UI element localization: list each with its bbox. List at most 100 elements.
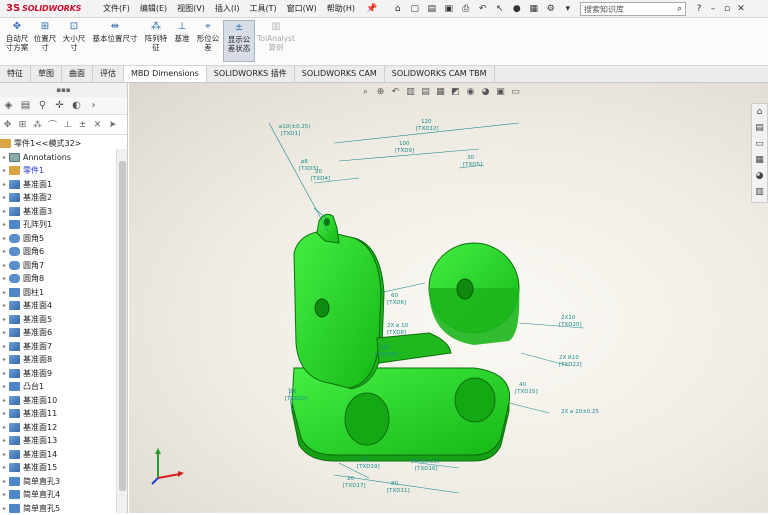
restore-icon[interactable]: ▫	[720, 0, 734, 18]
expand-arrow-icon[interactable]: ▸	[0, 343, 9, 350]
tree-item[interactable]: ▸圆角7	[0, 259, 116, 273]
search-icon[interactable]: ⌕	[677, 4, 682, 14]
dim-text[interactable]: 2X	[289, 389, 296, 395]
dim-text[interactable]: 2X ⌀ 10	[387, 323, 409, 329]
tree-item[interactable]: ▸基准面10	[0, 394, 116, 408]
tree-item[interactable]: ▸零件1	[0, 164, 116, 178]
tree-item[interactable]: ▸基准面5	[0, 313, 116, 327]
tree-item[interactable]: ▸基准面8	[0, 353, 116, 367]
dim-text[interactable]: 2X10	[561, 315, 576, 321]
dim-text[interactable]: [TXD10]	[375, 352, 398, 358]
search-knowledge-base[interactable]: 搜索知识库 ⌕	[580, 2, 686, 16]
expand-arrow-icon[interactable]: ▸	[0, 275, 9, 282]
panel-collapse-handle[interactable]: ▪▪▪	[0, 83, 127, 97]
panel-next-arrow-icon[interactable]: ›	[85, 100, 102, 111]
dim-text[interactable]: 120	[379, 345, 390, 351]
tab-solidworks-cam[interactable]: SOLIDWORKS CAM	[295, 66, 385, 82]
dim-text[interactable]: 100	[399, 141, 410, 147]
dim-text[interactable]: 120	[421, 119, 432, 125]
expand-arrow-icon[interactable]: ▸	[0, 491, 9, 498]
tree-item[interactable]: ▸简单直孔3	[0, 475, 116, 489]
tree-item[interactable]: ▸基准面3	[0, 205, 116, 219]
tab-solidworks-addins[interactable]: SOLIDWORKS 插件	[207, 66, 295, 82]
arrow-small-icon[interactable]: ➤	[105, 120, 120, 130]
dim-text[interactable]: [TXD6]	[387, 300, 406, 306]
dim-text[interactable]: [TXD5]	[463, 162, 482, 168]
dim-text[interactable]: 30	[467, 155, 474, 161]
tree-item[interactable]: ▸基准面2	[0, 191, 116, 205]
dim-text[interactable]: [TXD17]	[343, 483, 366, 489]
feature-manager-tab-icon[interactable]: ◈	[0, 100, 17, 111]
expand-arrow-icon[interactable]: ▸	[0, 329, 9, 336]
expand-arrow-icon[interactable]: ▸	[0, 356, 9, 363]
undo-icon[interactable]: ↶	[474, 4, 491, 14]
dim-text[interactable]: 2X R10	[559, 355, 579, 361]
expand-arrow-icon[interactable]: ▸	[0, 464, 9, 471]
tree-item[interactable]: ▸基准面11	[0, 407, 116, 421]
size-dimension-button[interactable]: ⊡ 大小尺寸	[60, 20, 88, 52]
tree-scrollbar[interactable]	[116, 149, 127, 513]
tree-item[interactable]: ▸基准面12	[0, 421, 116, 435]
show-tolerance-status-button[interactable]: ± 显示公差状态	[223, 20, 255, 62]
menu-window[interactable]: 窗口(W)	[282, 3, 322, 14]
part-body[interactable]	[292, 214, 519, 461]
dim-text[interactable]: [TXD1]	[281, 131, 300, 137]
expand-arrow-icon[interactable]: ▸	[0, 302, 9, 309]
dim-text[interactable]: 11	[361, 457, 368, 463]
datum-button[interactable]: ⊥ 基准	[171, 20, 193, 43]
expand-arrow-icon[interactable]: ▸	[0, 316, 9, 323]
tab-sketch[interactable]: 草图	[31, 66, 62, 82]
new-document-icon[interactable]: ▢	[406, 4, 423, 14]
location-dimension-button[interactable]: ⊞ 位置尺寸	[31, 20, 59, 52]
expand-arrow-icon[interactable]: ▸	[0, 235, 9, 242]
tree-item[interactable]: ▸基准面15	[0, 461, 116, 475]
search-input[interactable]: 搜索知识库	[584, 4, 677, 15]
scrollbar-thumb[interactable]	[119, 161, 126, 491]
menu-tools[interactable]: 工具(T)	[244, 3, 281, 14]
expand-arrow-icon[interactable]: ▸	[0, 208, 9, 215]
open-folder-icon[interactable]: ▤	[423, 4, 440, 14]
tree-item[interactable]: ▸基准面1	[0, 178, 116, 192]
expand-arrow-icon[interactable]: ▸	[0, 289, 9, 296]
expand-arrow-icon[interactable]: ▸	[0, 248, 9, 255]
auto-dimension-scheme-button[interactable]: ✥ 自动尺寸方案	[3, 20, 31, 52]
dimxpert-manager-tab-icon[interactable]: ✛	[51, 100, 68, 111]
dimension-small-icon[interactable]: ⊞	[15, 120, 30, 130]
tree-item[interactable]: ▸圆柱1	[0, 286, 116, 300]
home-icon[interactable]: ⌂	[389, 4, 406, 14]
dim-text[interactable]: [TXD20]	[559, 322, 582, 328]
menu-insert[interactable]: 插入(I)	[210, 3, 245, 14]
options-gear-icon[interactable]: ⚙	[542, 4, 559, 14]
expand-arrow-icon[interactable]: ▸	[0, 505, 9, 512]
dim-text[interactable]: [TXD19]	[357, 464, 380, 470]
select-arrow-icon[interactable]: ↖	[491, 4, 508, 14]
dim-text[interactable]: [TXD3]	[299, 166, 318, 172]
dim-text[interactable]: [TXD15]	[515, 389, 538, 395]
tree-item[interactable]: ▸简单直孔4	[0, 488, 116, 502]
property-manager-tab-icon[interactable]: ▤	[17, 100, 34, 111]
expand-arrow-icon[interactable]: ▸	[0, 370, 9, 377]
expand-arrow-icon[interactable]: ▸	[0, 181, 9, 188]
tab-mbd-dimensions[interactable]: MBD Dimensions	[124, 66, 207, 82]
solidworks-logo[interactable]: 3S SOLIDWORKS	[6, 3, 84, 14]
dim-text[interactable]: ⌀8	[301, 159, 308, 165]
tree-item[interactable]: ▸圆角5	[0, 232, 116, 246]
help-icon[interactable]: ?	[692, 0, 706, 18]
expand-arrow-icon[interactable]: ▸	[0, 410, 9, 417]
model-view[interactable]: 120 [TXD12] 100 [TXD9] 20 [TXD4] 30 [TXD…	[129, 83, 768, 513]
expand-arrow-icon[interactable]: ▸	[0, 221, 9, 228]
pattern-small-icon[interactable]: ⁂	[30, 120, 45, 130]
tab-solidworks-cam-tbm[interactable]: SOLIDWORKS CAM TBM	[385, 66, 495, 82]
dim-text[interactable]: [TXD9]	[395, 148, 414, 154]
basic-location-dimension-button[interactable]: ⇹ 基本位置尺寸	[89, 20, 141, 43]
tab-surfaces[interactable]: 曲面	[62, 66, 93, 82]
dim-text[interactable]: [TXD22]	[559, 362, 582, 368]
expand-arrow-icon[interactable]: ▸	[0, 397, 9, 404]
tree-item[interactable]: ▸基准面7	[0, 340, 116, 354]
expand-arrow-icon[interactable]: ▸	[0, 154, 9, 161]
menu-help[interactable]: 帮助(H)	[322, 3, 360, 14]
dim-text[interactable]: [TXD16]	[415, 466, 438, 472]
tree-item[interactable]: ▸孔阵列1	[0, 218, 116, 232]
dim-text[interactable]: 40	[519, 382, 526, 388]
minimize-icon[interactable]: –	[706, 0, 720, 18]
